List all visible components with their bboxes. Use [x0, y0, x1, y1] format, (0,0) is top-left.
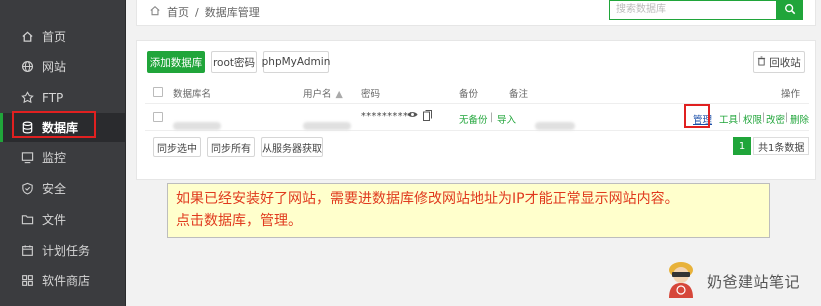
root-password-button[interactable]: root密码	[211, 51, 257, 73]
page-number[interactable]: 1	[733, 137, 751, 155]
sidebar-item-label: 监控	[42, 151, 67, 165]
shield-icon	[20, 182, 34, 196]
fetch-from-server-button[interactable]: 从服务器获取	[261, 137, 323, 157]
trash-icon	[757, 56, 766, 69]
add-database-button[interactable]: 添加数据库	[147, 51, 205, 73]
delete-link[interactable]: 删除	[790, 112, 809, 126]
backup-separator: |	[490, 112, 494, 123]
import-link[interactable]: 导入	[497, 112, 516, 126]
breadcrumb-bar: 首页 / 数据库管理 搜索数据库	[136, 0, 816, 26]
sidebar-item-label: 网站	[42, 60, 67, 74]
breadcrumb: 首页 / 数据库管理	[149, 4, 260, 20]
table-header: 数据库名 用户名 ▲ 密码 备份 备注 操作	[145, 81, 809, 103]
search-input[interactable]: 搜索数据库	[609, 0, 777, 20]
sidebar: 首页 网站 FTP 数据库 监控 安全 文件 计划任务 软件商店	[0, 0, 126, 306]
highlight-box-database	[12, 111, 96, 138]
watermark-text: 奶爸建站笔记	[707, 272, 801, 291]
sidebar-item-store[interactable]: 软件商店	[0, 266, 126, 295]
actions-separator: |	[738, 112, 742, 123]
search-icon	[784, 3, 796, 18]
home-icon[interactable]	[149, 5, 161, 19]
column-header-user[interactable]: 用户名 ▲	[303, 86, 343, 100]
globe-icon	[20, 60, 34, 74]
sidebar-item-website[interactable]: 网站	[0, 52, 126, 81]
column-header-user-label: 用户名	[303, 89, 332, 100]
change-password-link[interactable]: 改密	[766, 112, 785, 126]
recycle-bin-label: 回收站	[769, 56, 801, 69]
sync-all-button[interactable]: 同步所有	[207, 137, 255, 157]
ftp-icon	[20, 91, 34, 105]
highlight-box-manage	[684, 104, 710, 128]
sidebar-item-label: 安全	[42, 182, 67, 196]
home-icon	[20, 30, 34, 44]
sidebar-item-label: 首页	[42, 30, 67, 44]
monitor-icon	[20, 151, 34, 165]
row-checkbox[interactable]	[153, 112, 163, 122]
search-button[interactable]	[777, 0, 803, 20]
password-masked: **********	[361, 111, 414, 122]
breadcrumb-separator: /	[195, 5, 199, 19]
eye-icon[interactable]	[407, 110, 418, 122]
sidebar-item-ftp[interactable]: FTP	[0, 83, 126, 112]
sidebar-item-monitor[interactable]: 监控	[0, 143, 126, 172]
tools-link[interactable]: 工具	[719, 112, 738, 126]
column-header-name[interactable]: 数据库名	[173, 86, 211, 100]
calendar-icon	[20, 244, 34, 258]
column-header-password: 密码	[361, 89, 381, 100]
permissions-link[interactable]: 权限	[743, 112, 762, 126]
backup-status-link[interactable]: 无备份	[459, 112, 488, 126]
note-line-1: 如果已经安装好了网站，需要进数据库修改网站地址为IP才能正常显示网站内容。	[176, 191, 679, 207]
avatar-logo-icon	[663, 260, 699, 303]
grid-icon	[20, 274, 34, 288]
sidebar-item-files[interactable]: 文件	[0, 205, 126, 234]
column-header-note: 备注	[509, 89, 529, 100]
sidebar-item-home[interactable]: 首页	[0, 22, 126, 51]
actions-separator: |	[762, 112, 766, 123]
breadcrumb-current: 数据库管理	[204, 6, 260, 19]
sidebar-item-security[interactable]: 安全	[0, 174, 126, 203]
sidebar-item-label: 文件	[42, 213, 67, 227]
sidebar-item-cron[interactable]: 计划任务	[0, 236, 126, 265]
annotation-note: 如果已经安装好了网站，需要进数据库修改网站地址为IP才能正常显示网站内容。 点击…	[167, 183, 770, 238]
note-line-2: 点击数据库，管理。	[176, 213, 302, 229]
sidebar-item-label: 计划任务	[42, 244, 91, 258]
recycle-bin-button[interactable]: 回收站	[753, 51, 805, 73]
total-count: 共1条数据	[753, 137, 810, 155]
folder-icon	[20, 213, 34, 227]
column-header-actions: 操作	[781, 89, 801, 100]
copy-icon[interactable]	[423, 110, 432, 124]
phpmyadmin-button[interactable]: phpMyAdmin	[262, 51, 330, 73]
breadcrumb-home[interactable]: 首页	[167, 4, 189, 20]
sidebar-item-label: 软件商店	[42, 274, 91, 288]
column-header-backup: 备份	[459, 89, 479, 100]
database-panel: 添加数据库 root密码 phpMyAdmin 回收站 数据库名 用户名 ▲ 密码…	[136, 40, 816, 180]
actions-separator: |	[785, 112, 789, 123]
sidebar-item-label: FTP	[42, 90, 64, 105]
watermark: 奶爸建站笔记	[663, 258, 813, 304]
sync-selected-button[interactable]: 同步选中	[153, 137, 201, 157]
select-all-checkbox[interactable]	[153, 87, 163, 97]
sort-icon: ▲	[335, 89, 343, 100]
